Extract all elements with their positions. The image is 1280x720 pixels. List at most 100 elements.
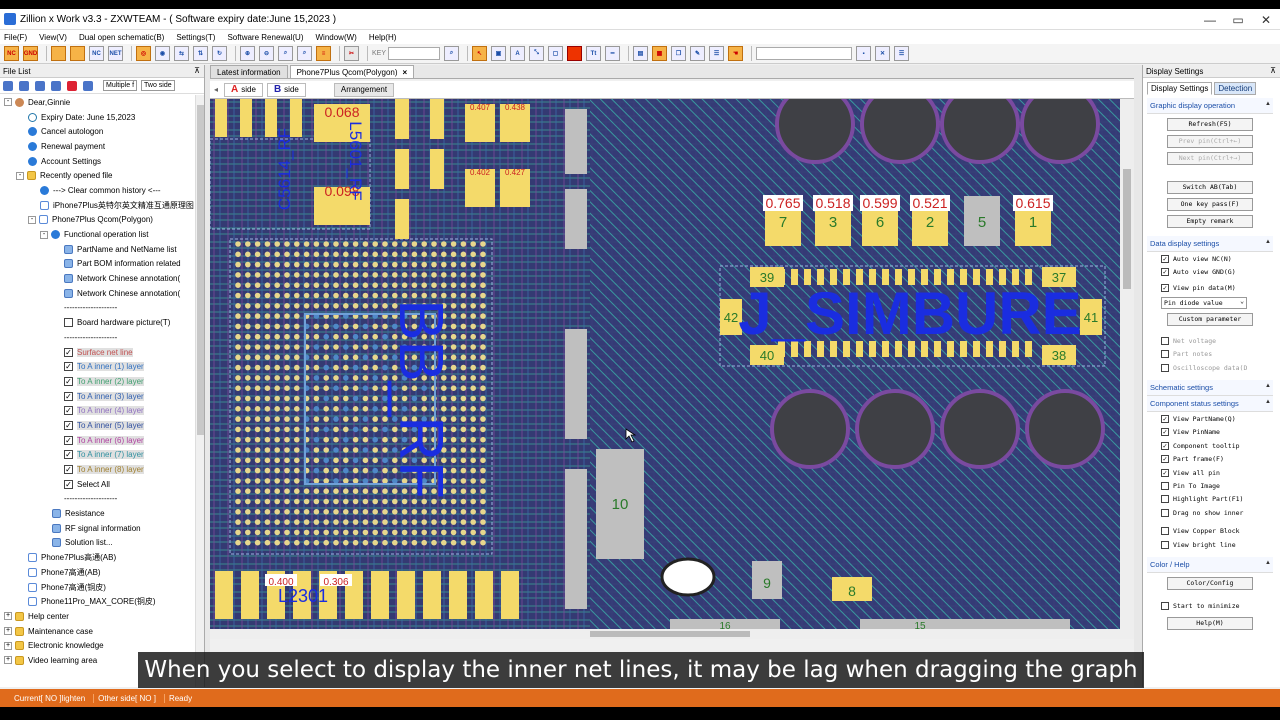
tab-b-side[interactable]: Bside	[266, 82, 306, 97]
extra-data-checkbox[interactable]: Net voltage	[1147, 334, 1273, 347]
tree-item[interactable]: Renewal payment	[0, 139, 196, 154]
help-button[interactable]: Help(M)	[1167, 616, 1253, 630]
checkbox-box[interactable]: ✓	[1161, 415, 1169, 424]
tab-display-settings[interactable]: Display Settings	[1147, 82, 1213, 95]
tree-item[interactable]: Account Settings	[0, 154, 196, 169]
extra-data-checkbox[interactable]: Part notes	[1147, 348, 1273, 361]
image-icon[interactable]: ▤	[633, 46, 649, 61]
zoom-area-icon[interactable]: ⌕	[297, 46, 312, 61]
tree-item[interactable]: Cancel autologon	[0, 124, 196, 139]
text-tool-icon[interactable]	[35, 80, 45, 91]
tree-item[interactable]: ✓ To A inner (6) layer	[0, 433, 196, 448]
component-status-checkbox[interactable]: ✓ View PinName	[1147, 426, 1273, 439]
switch-ab-button[interactable]: Switch AB(Tab)	[1167, 181, 1253, 194]
component-status-checkbox[interactable]: Highlight Part(F1)	[1147, 493, 1273, 506]
tree-item[interactable]: + Help center	[0, 609, 196, 624]
menu-dual-open[interactable]: Dual open schematic(B)	[79, 33, 164, 42]
layer-checkbox[interactable]: ✓	[64, 406, 73, 416]
layer-checkbox[interactable]: ✓	[64, 362, 73, 372]
tree-item[interactable]: PartName and NetName list	[0, 242, 196, 257]
checkbox-box[interactable]: ✓	[1161, 441, 1169, 450]
left-scrollbar[interactable]	[195, 95, 204, 687]
board-icon[interactable]	[51, 46, 66, 61]
component-status-checkbox[interactable]: ✓ View PartName(Q)	[1147, 412, 1273, 425]
extra-data-checkbox[interactable]: Oscilloscope data(D	[1147, 361, 1273, 374]
tree-item[interactable]: --------------------	[0, 301, 196, 316]
close-icon[interactable]: ✕	[1252, 9, 1280, 30]
zoom-fit-icon[interactable]: ⌕	[278, 46, 293, 61]
color-config-button[interactable]: Color/Config	[1167, 577, 1253, 591]
color-swatch-icon[interactable]	[567, 46, 583, 61]
checkbox-box[interactable]	[1161, 527, 1169, 536]
zoom-in-icon[interactable]: ⊕	[240, 46, 255, 61]
cut-icon[interactable]: ✂	[344, 46, 359, 61]
canvas-hscroll[interactable]	[210, 629, 1134, 639]
lock-icon[interactable]: ▦	[652, 46, 668, 61]
flip-v-icon[interactable]: ⇅	[193, 46, 208, 61]
side-select[interactable]: Two side	[141, 80, 175, 91]
arrangement-button[interactable]: Arrangement	[333, 82, 395, 97]
prev-pin-button[interactable]: Prev pin(Ctrl+←)	[1167, 135, 1253, 148]
mode-select[interactable]: Multiple f	[103, 80, 138, 91]
tree-item[interactable]: ✓ To A inner (1) layer	[0, 359, 196, 374]
nc-icon[interactable]: NC	[4, 46, 19, 61]
tree-item[interactable]: Expiry Date: June 15,2023	[0, 110, 196, 125]
hand-icon[interactable]: ☚	[728, 46, 744, 61]
find-icon[interactable]	[83, 80, 93, 91]
measure-icon[interactable]: ⤡	[529, 46, 545, 61]
pcb-canvas[interactable]: BB_RF 10 0.068 0.098 C5614_RF L5601_RF 0.407…	[210, 99, 1134, 629]
font-icon[interactable]: Tt	[586, 46, 602, 61]
component-status-checkbox[interactable]: Drag no show inner	[1147, 506, 1273, 519]
list-view-icon[interactable]: ☰	[709, 46, 725, 61]
clear-icon[interactable]: ✕	[875, 46, 891, 61]
pin-icon[interactable]: ✎	[690, 46, 706, 61]
list-icon[interactable]: ≡	[316, 46, 331, 61]
cut-tool-icon[interactable]	[19, 80, 29, 91]
right-splitter[interactable]	[1134, 65, 1142, 687]
section-data-display[interactable]: Data display settings	[1147, 236, 1273, 252]
tree-item[interactable]: ✓ Surface net line	[0, 345, 196, 360]
layer-checkbox[interactable]: ✓	[64, 347, 73, 357]
component-status-checkbox[interactable]: ✓ Component tooltip	[1147, 439, 1273, 452]
tree-item[interactable]: ✓ To A inner (8) layer	[0, 462, 196, 477]
board2-icon[interactable]	[70, 46, 85, 61]
menu-renewal[interactable]: Software Renewal(U)	[227, 33, 303, 42]
data-display-checkbox[interactable]: ✓ Auto view GND(G)	[1147, 265, 1273, 278]
tab-a-side[interactable]: Aside	[224, 82, 263, 97]
layer-checkbox[interactable]: ✓	[64, 479, 73, 489]
view-option-checkbox[interactable]: View bright line	[1147, 538, 1273, 551]
tab-close-icon[interactable]: ×	[403, 68, 408, 77]
tree-item[interactable]: ✓ Select All	[0, 477, 196, 492]
checkbox-box[interactable]	[1161, 540, 1169, 549]
section-graphic-display[interactable]: Graphic display operation	[1147, 98, 1273, 114]
tab-phone7plus[interactable]: Phone7Plus Qcom(Polygon) ×	[289, 65, 415, 78]
tree-item[interactable]: ✓ To A inner (3) layer	[0, 389, 196, 404]
checkbox-box[interactable]	[1161, 601, 1169, 610]
menu-view[interactable]: View(V)	[39, 33, 67, 42]
tree-item[interactable]: Board hardware picture(T)	[0, 315, 196, 330]
tree-expander-icon[interactable]: -	[4, 98, 12, 107]
pin-value-select[interactable]: Pin diode value	[1161, 296, 1247, 310]
section-component-status[interactable]: Component status settings	[1147, 396, 1273, 413]
select-icon[interactable]: ▣	[491, 46, 507, 61]
checkbox-box[interactable]: ✓	[1161, 428, 1169, 437]
gnd-icon[interactable]: GND	[23, 46, 38, 61]
right-pin-icon[interactable]: ⊼	[1270, 66, 1276, 75]
layer-checkbox[interactable]: ✓	[64, 420, 73, 430]
tree-item[interactable]: iPhone7Plus英特尔英文精准互通原理图	[0, 198, 196, 213]
maximize-icon[interactable]: ▭	[1224, 9, 1252, 30]
tree-item[interactable]: - Functional operation list	[0, 227, 196, 242]
tree-expander-icon[interactable]: -	[40, 230, 48, 239]
tree-item[interactable]: Phone11Pro_MAX_CORE(铜皮)	[0, 594, 196, 609]
checkbox-box[interactable]	[1161, 363, 1169, 372]
tree-expander-icon[interactable]: -	[16, 171, 24, 180]
start-minimize-checkbox[interactable]: Start to minimize	[1147, 599, 1273, 612]
tree-item[interactable]: Solution list...	[0, 536, 196, 551]
copy-tool-icon[interactable]	[3, 80, 13, 91]
view-option-checkbox[interactable]: View Copper Block	[1147, 524, 1273, 537]
copy-icon[interactable]: ❐	[671, 46, 687, 61]
layer-checkbox[interactable]: ✓	[64, 391, 73, 401]
section-color-help[interactable]: Color / Help	[1147, 557, 1273, 574]
tree-item[interactable]: - Recently opened file	[0, 168, 196, 183]
menu-window[interactable]: Window(W)	[316, 33, 357, 42]
